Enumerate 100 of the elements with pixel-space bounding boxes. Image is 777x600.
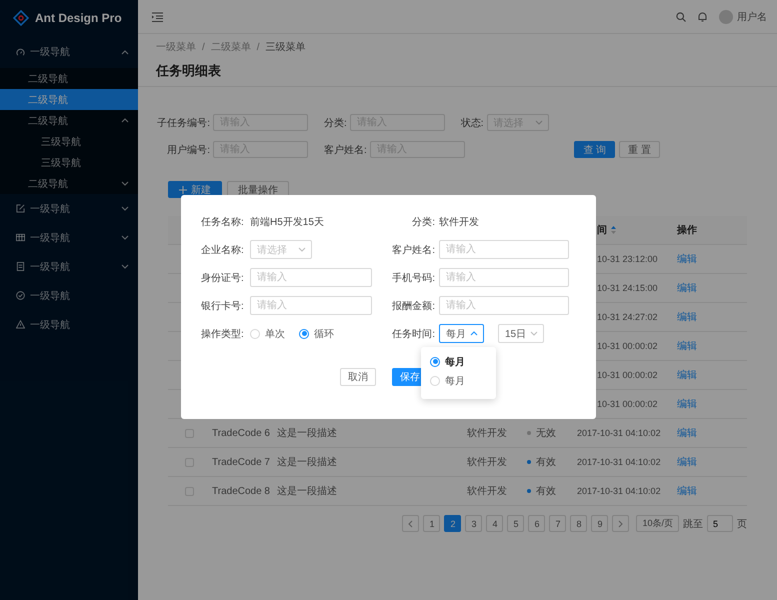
chevron-left-icon [408, 520, 414, 528]
input-field[interactable]: 请输入 [439, 296, 569, 315]
breadcrumb-separator: / [256, 41, 260, 55]
table-cell-text: 这是一段描述 [276, 456, 338, 469]
menu-item[interactable]: 二级导航 [0, 89, 138, 110]
menu-item[interactable]: 一级导航 [0, 194, 138, 223]
menu-item[interactable]: 三级导航 [0, 131, 138, 152]
page-size-select[interactable]: 10条/页 [636, 515, 679, 532]
edit-link[interactable]: 编辑 [677, 399, 697, 410]
jump-input[interactable]: 5 [707, 515, 733, 532]
logo-text: Ant Design Pro [35, 11, 122, 25]
breadcrumb-item[interactable]: 二级菜单 [210, 41, 251, 55]
column-header[interactable]: 间 [597, 223, 607, 237]
edit-link[interactable]: 编辑 [677, 312, 697, 323]
field-label: 报酬金额: [391, 300, 435, 312]
menu-item[interactable]: 二级导航 [0, 68, 138, 89]
field-label: 手机号码: [391, 272, 435, 284]
page-button[interactable]: 2 [444, 515, 462, 532]
table-cell-text: TradeCode 6 [211, 428, 270, 438]
bell-icon[interactable] [698, 12, 707, 22]
chevron-icon [530, 331, 538, 336]
table-cell-text: 软件开发 [466, 485, 508, 498]
edit-link[interactable]: 编辑 [677, 370, 697, 381]
input-field[interactable]: 请输入 [250, 268, 372, 287]
logo-icon [13, 10, 29, 26]
sort-icon[interactable] [611, 226, 616, 234]
page-button[interactable]: 3 [465, 515, 482, 532]
page-title: 任务明细表 [156, 63, 222, 79]
menu-item[interactable]: 一级导航 [0, 223, 138, 252]
input-field[interactable]: 请输入 [439, 240, 569, 259]
button[interactable]: 查 询 [574, 141, 616, 158]
status-text: 有效 [536, 485, 556, 498]
table-cell-text: 10-31 24:27:02 [596, 312, 659, 322]
menu-item[interactable]: 二级导航 [0, 110, 138, 131]
field-label: 客户姓名: [324, 144, 367, 156]
breadcrumb-item[interactable]: 一级菜单 [156, 41, 196, 55]
menu-item[interactable]: 一级导航 [0, 252, 138, 281]
page-button[interactable]: 8 [570, 515, 588, 532]
edit-link[interactable]: 编辑 [677, 486, 697, 497]
column-header: 操作 [676, 224, 698, 237]
status-text: 有效 [536, 456, 556, 469]
menu-item[interactable]: 一级导航 [0, 281, 138, 310]
field-label: 银行卡号: [201, 300, 245, 312]
edit-link[interactable]: 编辑 [677, 254, 697, 265]
chevron-icon [298, 247, 306, 252]
page-button[interactable]: 9 [591, 515, 608, 532]
edit-link[interactable]: 编辑 [677, 457, 697, 468]
table-cell-text: 10-31 24:15:00 [596, 283, 659, 293]
user-name[interactable]: 用户名 [737, 10, 767, 24]
table-cell-text: 软件开发 [466, 427, 508, 440]
page-button[interactable]: 1 [423, 515, 440, 532]
search-icon[interactable] [676, 12, 686, 22]
breadcrumb-separator: / [202, 41, 205, 55]
edit-link[interactable]: 编辑 [677, 428, 697, 439]
chevron-right-icon [618, 520, 624, 528]
select-field[interactable]: 请选择 [250, 240, 312, 259]
button[interactable]: 取消 [340, 368, 376, 386]
page-button[interactable]: 5 [507, 515, 524, 532]
table-cell-text: 10-31 23:12:00 [596, 254, 659, 264]
table-cell-text: 2017-10-31 04:10:02 [576, 428, 662, 438]
field-label: 操作类型: [201, 328, 245, 340]
menu-item[interactable]: 一级导航 [0, 36, 138, 68]
select-field[interactable]: 15日 [498, 324, 544, 343]
table-cell-text: TradeCode 8 [211, 486, 270, 496]
menu-fold-icon[interactable] [152, 12, 163, 22]
dropdown-option[interactable]: 每月 [421, 352, 496, 371]
next-page-button[interactable] [612, 515, 630, 532]
page-button[interactable]: 6 [528, 515, 546, 532]
chevron-icon [534, 120, 543, 125]
plus-icon [179, 186, 187, 194]
select-field[interactable]: 每月 [439, 324, 484, 343]
input-field[interactable]: 请输入 [439, 268, 569, 287]
table-cell-text: 这是一段描述 [276, 426, 338, 440]
status-text: 无效 [536, 427, 556, 440]
field-label: 子任务编号: [156, 116, 210, 130]
breadcrumb-item[interactable]: 三级菜单 [266, 41, 306, 55]
field-label: 任务时间: [391, 328, 435, 340]
radio-option[interactable]: 循环 [299, 326, 334, 340]
page-button[interactable]: 7 [549, 515, 566, 532]
edit-link[interactable]: 编辑 [677, 283, 697, 294]
table-cell-text: 10-31 00:00:02 [596, 341, 659, 351]
page-button[interactable]: 4 [486, 515, 504, 532]
button[interactable]: 重 置 [619, 141, 660, 158]
menu-item[interactable]: 三级导航 [0, 152, 138, 173]
page-suffix: 页 [737, 518, 747, 530]
table-cell-text: 2017-10-31 04:10:02 [576, 457, 662, 467]
field-label: 分类: [411, 216, 435, 228]
field-label: 身份证号: [201, 272, 245, 284]
field-value: 软件开发 [439, 216, 479, 228]
avatar[interactable] [719, 10, 733, 24]
field-label: 用户编号: [166, 144, 210, 156]
input-field[interactable]: 请输入 [250, 296, 372, 315]
radio-option[interactable]: 单次 [250, 326, 285, 340]
menu-item[interactable]: 二级导航 [0, 173, 138, 194]
table-cell-text: 10-31 00:00:02 [596, 399, 659, 409]
edit-link[interactable]: 编辑 [677, 341, 697, 352]
menu-item[interactable]: 一级导航 [0, 310, 138, 339]
table-cell-text: 这是一段描述 [276, 484, 338, 498]
field-label: 状态: [460, 116, 484, 130]
previous-page-button[interactable] [402, 515, 420, 532]
